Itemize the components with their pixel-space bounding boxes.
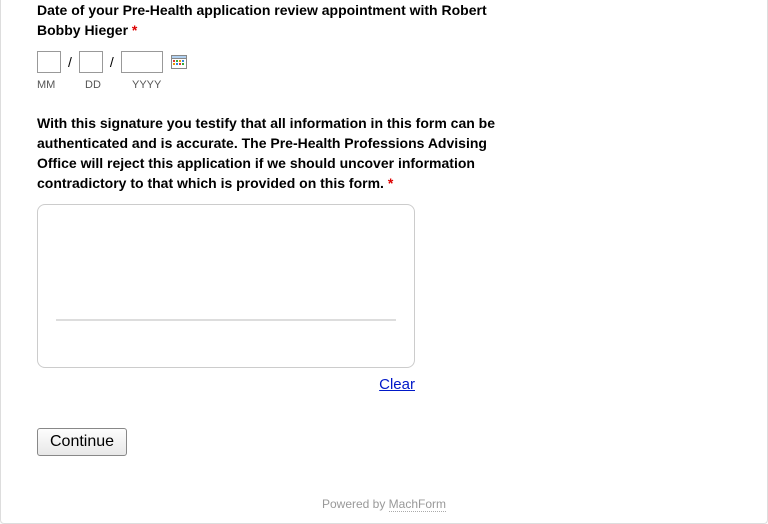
signature-clear-row: Clear	[37, 376, 415, 394]
footer-prefix: Powered by	[322, 497, 389, 511]
page-footer: Powered by MachForm	[1, 497, 767, 511]
date-label-text: Date of your Pre-Health application revi…	[37, 2, 487, 38]
signature-label-text: With this signature you testify that all…	[37, 115, 495, 192]
dd-sublabel: DD	[85, 79, 113, 91]
date-separator-1: /	[68, 54, 72, 70]
date-sub-labels: MM DD YYYY	[37, 79, 731, 91]
signature-field-label: With this signature you testify that all…	[37, 113, 517, 194]
date-separator-2: /	[110, 54, 114, 70]
footer-link[interactable]: MachForm	[389, 497, 446, 512]
signature-line	[56, 319, 396, 321]
signature-pad[interactable]	[37, 204, 415, 368]
required-asterisk: *	[132, 22, 137, 38]
yyyy-sublabel: YYYY	[132, 79, 161, 91]
date-dd-input[interactable]	[79, 51, 103, 73]
date-field-label: Date of your Pre-Health application revi…	[37, 0, 517, 41]
date-mm-input[interactable]	[37, 51, 61, 73]
mm-sublabel: MM	[37, 79, 65, 91]
clear-signature-link[interactable]: Clear	[379, 376, 415, 393]
calendar-icon[interactable]	[171, 54, 187, 70]
date-yyyy-input[interactable]	[121, 51, 163, 73]
date-input-row: / /	[37, 51, 731, 73]
required-asterisk: *	[388, 175, 393, 191]
continue-button[interactable]: Continue	[37, 428, 127, 456]
